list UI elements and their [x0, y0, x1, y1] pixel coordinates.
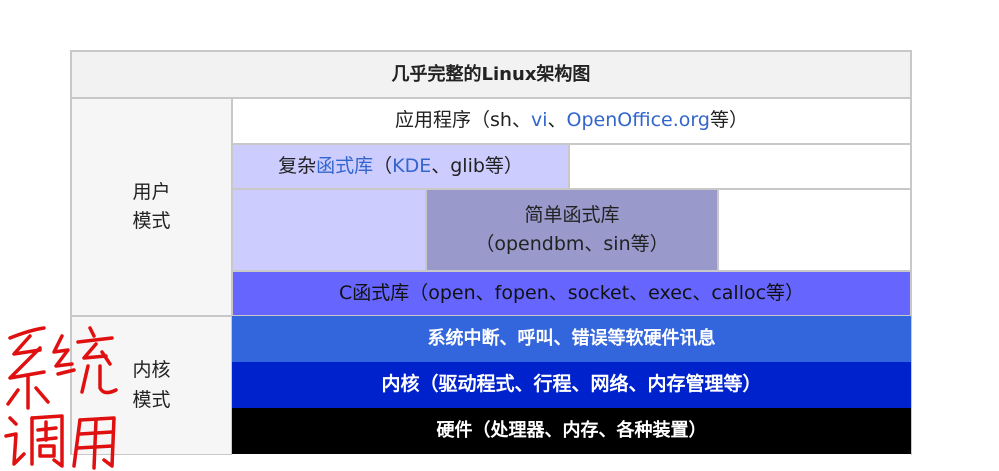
linux-architecture-table: 几乎完整的Linux架构图 用户 模式 应用程序（sh、 vi、 OpenOffic… — [70, 50, 912, 455]
empty-cell — [569, 144, 911, 189]
complex-library-layer: 复杂 函式库（KDE 、glib等） — [232, 144, 569, 189]
simple-library-layer: 简单函式库 （opendbm、sin等） — [426, 189, 718, 271]
apps-suffix: 等） — [709, 109, 748, 132]
complex-suffix: 、glib等） — [431, 154, 523, 177]
vi-link[interactable]: vi — [531, 106, 548, 135]
user-mode-label: 用户 模式 — [71, 98, 232, 316]
kernel-mode-line1: 内核 — [132, 359, 171, 382]
kernel-mode-line2: 模式 — [132, 388, 171, 411]
simple-line2: （opendbm、sin等） — [475, 233, 669, 255]
syscall-layer: 系统中断、呼叫、错误等软硬件讯息 — [232, 316, 911, 362]
apps-sep: 、 — [547, 109, 567, 132]
openoffice-link[interactable]: OpenOffice.org — [567, 106, 710, 135]
handwritten-annotation-syscall — [4, 326, 118, 470]
table-title: 几乎完整的Linux架构图 — [71, 51, 911, 98]
hardware-layer: 硬件（处理器、内存、各种装置） — [232, 408, 911, 454]
empty-cell — [718, 189, 911, 271]
kde-link[interactable]: KDE — [392, 152, 431, 181]
user-mode-line1: 用户 — [132, 180, 171, 203]
applications-layer: 应用程序（sh、 vi、 OpenOffice.org 等） — [232, 98, 911, 144]
library-link[interactable]: 函式库 — [316, 152, 373, 181]
kernel-layer: 内核（驱动程式、行程、网络、内存管理等） — [232, 362, 911, 408]
complex-mid: （ — [373, 154, 393, 177]
user-mode-line2: 模式 — [132, 210, 171, 232]
apps-prefix: 应用程序（sh、 — [395, 109, 531, 132]
complex-prefix: 复杂 — [278, 154, 317, 177]
simple-line1: 简单函式库 — [524, 203, 620, 226]
complex-library-extension — [232, 189, 426, 271]
c-library-layer: C函式库（open、fopen、socket、exec、calloc等） — [232, 271, 911, 316]
